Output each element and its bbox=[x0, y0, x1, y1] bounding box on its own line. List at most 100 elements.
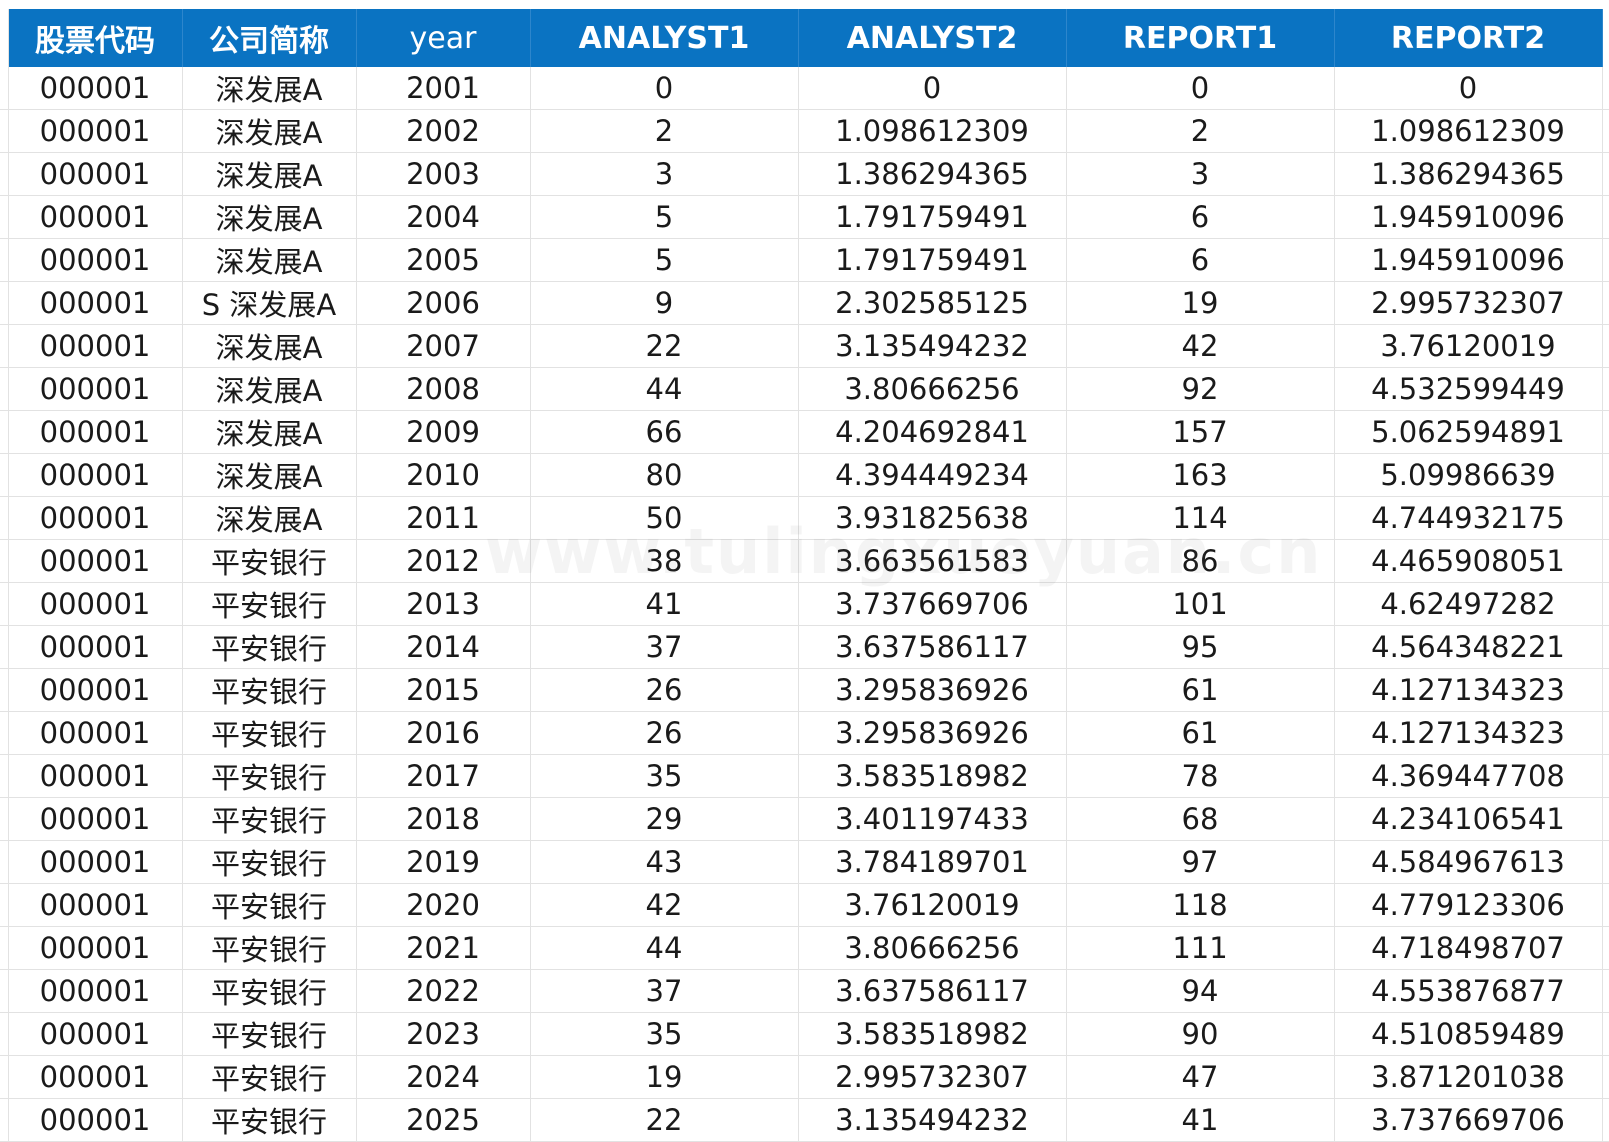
cell-analyst1[interactable]: 3 bbox=[530, 152, 799, 196]
cell-report2[interactable]: 0 bbox=[1334, 67, 1603, 110]
cell-analyst1[interactable]: 66 bbox=[530, 410, 799, 454]
cell-year[interactable]: 2002 bbox=[356, 109, 531, 153]
cell-year[interactable]: 2008 bbox=[356, 367, 531, 411]
cell-stock-code[interactable]: 000001 bbox=[8, 926, 183, 970]
cell-analyst1[interactable]: 50 bbox=[530, 496, 799, 540]
cell-stock-code[interactable]: 000001 bbox=[8, 1012, 183, 1056]
cell-company-name[interactable]: 深发展A bbox=[182, 410, 357, 454]
cell-report2[interactable]: 4.779123306 bbox=[1334, 883, 1603, 927]
cell-analyst1[interactable]: 26 bbox=[530, 668, 799, 712]
cell-report2[interactable]: 5.09986639 bbox=[1334, 453, 1603, 497]
cell-report1[interactable]: 118 bbox=[1066, 883, 1335, 927]
cell-stock-code[interactable]: 000001 bbox=[8, 1098, 183, 1142]
cell-analyst2[interactable]: 3.583518982 bbox=[798, 1012, 1067, 1056]
cell-analyst1[interactable]: 5 bbox=[530, 195, 799, 239]
cell-stock-code[interactable]: 000001 bbox=[8, 67, 183, 110]
cell-year[interactable]: 2011 bbox=[356, 496, 531, 540]
cell-year[interactable]: 2010 bbox=[356, 453, 531, 497]
cell-report2[interactable]: 4.234106541 bbox=[1334, 797, 1603, 841]
cell-analyst2[interactable]: 1.791759491 bbox=[798, 195, 1067, 239]
cell-year[interactable]: 2022 bbox=[356, 969, 531, 1013]
cell-stock-code[interactable]: 000001 bbox=[8, 711, 183, 755]
cell-report1[interactable]: 90 bbox=[1066, 1012, 1335, 1056]
cell-stock-code[interactable]: 000001 bbox=[8, 754, 183, 798]
cell-report2[interactable]: 4.584967613 bbox=[1334, 840, 1603, 884]
cell-year[interactable]: 2018 bbox=[356, 797, 531, 841]
cell-year[interactable]: 2016 bbox=[356, 711, 531, 755]
cell-analyst2[interactable]: 3.80666256 bbox=[798, 926, 1067, 970]
cell-stock-code[interactable]: 000001 bbox=[8, 625, 183, 669]
cell-report2[interactable]: 2.995732307 bbox=[1334, 281, 1603, 325]
cell-analyst2[interactable]: 2.995732307 bbox=[798, 1055, 1067, 1099]
cell-year[interactable]: 2019 bbox=[356, 840, 531, 884]
cell-report1[interactable]: 111 bbox=[1066, 926, 1335, 970]
cell-stock-code[interactable]: 000001 bbox=[8, 883, 183, 927]
cell-report2[interactable]: 4.718498707 bbox=[1334, 926, 1603, 970]
cell-report1[interactable]: 0 bbox=[1066, 67, 1335, 110]
cell-analyst2[interactable]: 1.791759491 bbox=[798, 238, 1067, 282]
cell-analyst1[interactable]: 41 bbox=[530, 582, 799, 626]
cell-analyst1[interactable]: 22 bbox=[530, 324, 799, 368]
cell-analyst1[interactable]: 44 bbox=[530, 367, 799, 411]
header-year[interactable]: year bbox=[356, 9, 531, 67]
cell-stock-code[interactable]: 000001 bbox=[8, 152, 183, 196]
cell-report1[interactable]: 6 bbox=[1066, 195, 1335, 239]
cell-analyst1[interactable]: 37 bbox=[530, 625, 799, 669]
cell-stock-code[interactable]: 000001 bbox=[8, 367, 183, 411]
cell-analyst2[interactable]: 3.401197433 bbox=[798, 797, 1067, 841]
cell-company-name[interactable]: 深发展A bbox=[182, 152, 357, 196]
cell-year[interactable]: 2007 bbox=[356, 324, 531, 368]
cell-analyst2[interactable]: 3.76120019 bbox=[798, 883, 1067, 927]
cell-analyst2[interactable]: 1.386294365 bbox=[798, 152, 1067, 196]
cell-analyst2[interactable]: 3.583518982 bbox=[798, 754, 1067, 798]
cell-company-name[interactable]: 深发展A bbox=[182, 109, 357, 153]
cell-analyst2[interactable]: 4.394449234 bbox=[798, 453, 1067, 497]
cell-report2[interactable]: 3.737669706 bbox=[1334, 1098, 1603, 1142]
cell-stock-code[interactable]: 000001 bbox=[8, 281, 183, 325]
cell-company-name[interactable]: 平安银行 bbox=[182, 625, 357, 669]
cell-company-name[interactable]: 深发展A bbox=[182, 238, 357, 282]
cell-year[interactable]: 2005 bbox=[356, 238, 531, 282]
cell-report1[interactable]: 157 bbox=[1066, 410, 1335, 454]
cell-stock-code[interactable]: 000001 bbox=[8, 195, 183, 239]
cell-analyst1[interactable]: 38 bbox=[530, 539, 799, 583]
cell-company-name[interactable]: 深发展A bbox=[182, 367, 357, 411]
cell-year[interactable]: 2021 bbox=[356, 926, 531, 970]
cell-analyst2[interactable]: 3.295836926 bbox=[798, 668, 1067, 712]
cell-analyst2[interactable]: 4.204692841 bbox=[798, 410, 1067, 454]
cell-company-name[interactable]: 平安银行 bbox=[182, 1055, 357, 1099]
cell-report1[interactable]: 42 bbox=[1066, 324, 1335, 368]
cell-analyst1[interactable]: 9 bbox=[530, 281, 799, 325]
cell-analyst1[interactable]: 43 bbox=[530, 840, 799, 884]
cell-analyst1[interactable]: 37 bbox=[530, 969, 799, 1013]
cell-year[interactable]: 2020 bbox=[356, 883, 531, 927]
cell-report2[interactable]: 4.127134323 bbox=[1334, 711, 1603, 755]
cell-report1[interactable]: 95 bbox=[1066, 625, 1335, 669]
cell-year[interactable]: 2023 bbox=[356, 1012, 531, 1056]
cell-year[interactable]: 2012 bbox=[356, 539, 531, 583]
cell-year[interactable]: 2015 bbox=[356, 668, 531, 712]
cell-company-name[interactable]: 深发展A bbox=[182, 195, 357, 239]
cell-report2[interactable]: 1.945910096 bbox=[1334, 195, 1603, 239]
cell-report1[interactable]: 101 bbox=[1066, 582, 1335, 626]
cell-report1[interactable]: 68 bbox=[1066, 797, 1335, 841]
cell-stock-code[interactable]: 000001 bbox=[8, 539, 183, 583]
cell-company-name[interactable]: 平安银行 bbox=[182, 1098, 357, 1142]
cell-analyst2[interactable]: 3.637586117 bbox=[798, 969, 1067, 1013]
cell-analyst1[interactable]: 35 bbox=[530, 1012, 799, 1056]
cell-report1[interactable]: 61 bbox=[1066, 668, 1335, 712]
cell-report1[interactable]: 3 bbox=[1066, 152, 1335, 196]
cell-analyst2[interactable]: 3.784189701 bbox=[798, 840, 1067, 884]
cell-analyst2[interactable]: 3.295836926 bbox=[798, 711, 1067, 755]
cell-stock-code[interactable]: 000001 bbox=[8, 109, 183, 153]
cell-analyst1[interactable]: 19 bbox=[530, 1055, 799, 1099]
cell-report1[interactable]: 78 bbox=[1066, 754, 1335, 798]
cell-year[interactable]: 2004 bbox=[356, 195, 531, 239]
cell-stock-code[interactable]: 000001 bbox=[8, 797, 183, 841]
header-report1[interactable]: REPORT1 bbox=[1066, 9, 1335, 67]
cell-report2[interactable]: 4.564348221 bbox=[1334, 625, 1603, 669]
cell-analyst1[interactable]: 42 bbox=[530, 883, 799, 927]
cell-report2[interactable]: 3.871201038 bbox=[1334, 1055, 1603, 1099]
header-stock-code[interactable]: 股票代码 bbox=[8, 9, 183, 67]
cell-analyst1[interactable]: 2 bbox=[530, 109, 799, 153]
